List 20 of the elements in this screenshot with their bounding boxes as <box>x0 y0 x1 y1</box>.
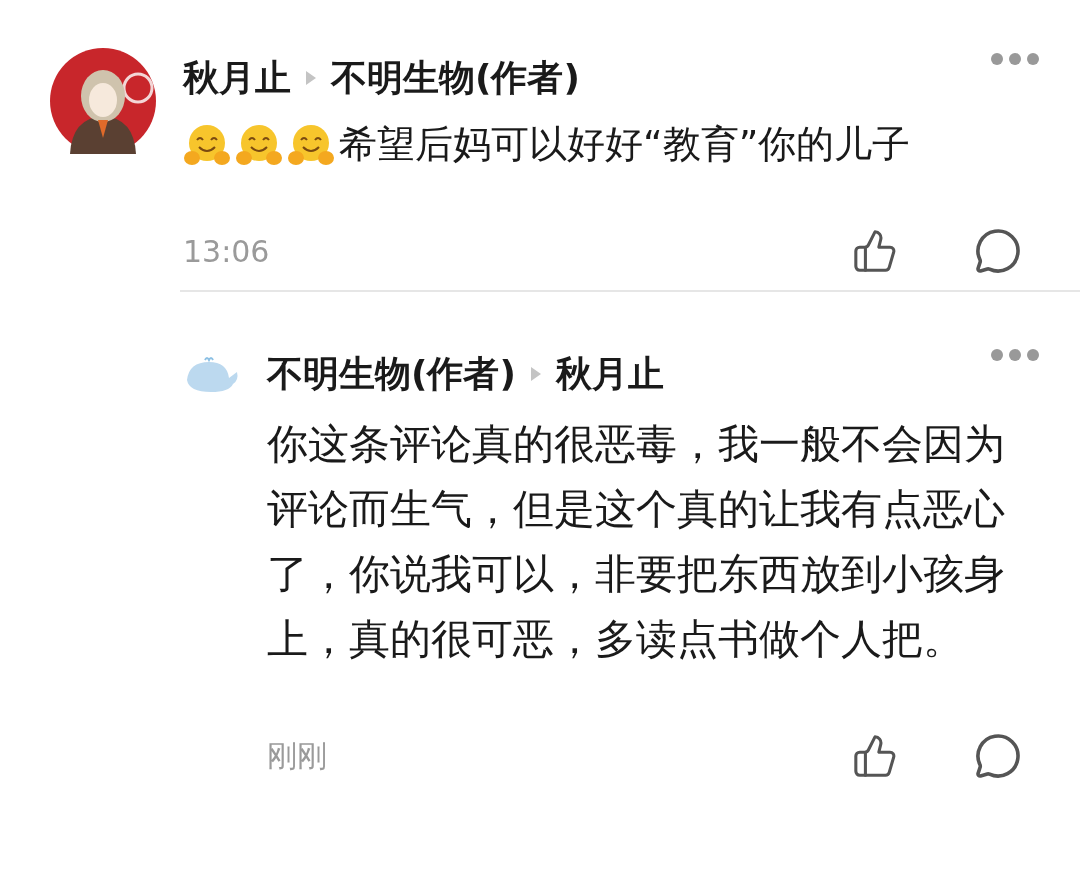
hugging-face-icon <box>287 122 335 167</box>
reply-icon[interactable] <box>974 732 1022 780</box>
avatar[interactable] <box>50 48 156 154</box>
author-name[interactable]: 秋月止 <box>183 53 291 103</box>
more-icon[interactable] <box>990 348 1040 362</box>
reply-to-name[interactable]: 秋月止 <box>555 349 664 399</box>
reply-to-name[interactable]: 不明生物(作者) <box>331 53 580 103</box>
more-icon[interactable] <box>990 52 1040 66</box>
like-icon[interactable] <box>852 228 898 274</box>
reply-icon[interactable] <box>974 227 1022 275</box>
hugging-face-icon <box>235 122 283 167</box>
caret-icon <box>305 70 317 86</box>
caret-icon <box>529 366 542 382</box>
hugging-face-icon <box>183 122 231 167</box>
like-icon[interactable] <box>852 733 898 779</box>
timestamp: 13:06 <box>183 233 270 269</box>
timestamp: 刚刚 <box>267 736 327 775</box>
comment-text: 你这条评论真的很恶毒，我一般不会因为评论而生气，但是这个真的让我有点恶心了，你说我可以，非要把东西放到小孩身上，真的很可恶，多读点书做个人把。 <box>267 419 1006 665</box>
author-name[interactable]: 不明生物(作者) <box>267 349 516 399</box>
comment-text: 希望后妈可以好好“教育”你的儿子 <box>339 121 911 168</box>
